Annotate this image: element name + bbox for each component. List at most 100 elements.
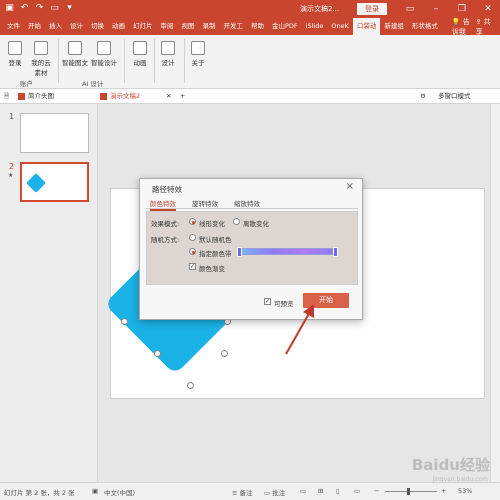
radio-default-random-color[interactable]: [189, 234, 196, 241]
my-cloud-assets-button[interactable]: 我的云素材: [30, 41, 52, 77]
color-stop-handle[interactable]: [333, 247, 338, 257]
redo-icon[interactable]: ↷: [34, 3, 45, 14]
ribbon-body: 登录 我的云素材 账户 智能图文 智能设计 AI 设计 动画 设计 关于: [0, 35, 500, 89]
login-ribbon-label: 登录: [8, 59, 22, 67]
doc-tab-intro[interactable]: 简介头图: [18, 91, 54, 102]
tab-kingsoft-pdf[interactable]: 金山PDF: [268, 18, 302, 35]
tab-islide[interactable]: iSlide: [302, 18, 328, 35]
smart-design-icon: [97, 41, 111, 55]
tab-insert[interactable]: 插入: [45, 18, 66, 35]
comments-button[interactable]: ▭ 批注: [264, 487, 285, 497]
specified-color-band-label: 指定颜色带: [199, 250, 232, 258]
slideshow-icon[interactable]: ▭: [354, 487, 360, 495]
add-tab-button[interactable]: +: [180, 91, 185, 102]
color-effect-panel: 效果模式: 线形变化 离散变化 随机方式: 默认随机色 指定颜色带 ✓ 颜色渐变: [146, 211, 358, 285]
login-ribbon-button[interactable]: 登录: [6, 41, 24, 67]
document-tabs: 🗎 简介头图 演示文稿2 ✕ + ⚙ 多窗口模式: [0, 89, 500, 104]
tab-shape-format[interactable]: 形状格式: [408, 18, 442, 35]
smart-design-label: 智能设计: [91, 59, 117, 67]
close-icon[interactable]: ✕: [480, 2, 496, 16]
smart-graphic-button[interactable]: 智能图文: [62, 41, 88, 67]
smart-graphic-icon: [68, 41, 82, 55]
cloud-assets-icon: [34, 41, 48, 55]
restore-icon[interactable]: ❐: [454, 2, 470, 16]
language-status[interactable]: 中文(中国): [104, 487, 135, 497]
slide-thumbnail-1[interactable]: [20, 113, 89, 153]
multi-window-mode[interactable]: 多窗口模式: [438, 91, 471, 102]
powerpoint-window: ▣ ↶ ↷ ▭ ▾ 演示文稿2... 登录 ▭ – ❐ ✕ 文件 开始 插入 设…: [0, 0, 500, 500]
vertical-scrollbar[interactable]: [490, 104, 500, 482]
tab-developer[interactable]: 开发工: [220, 18, 248, 35]
doc-tab-close-icon[interactable]: ✕: [166, 91, 171, 102]
share-button[interactable]: ⇪ 共享: [476, 17, 492, 37]
resize-handle[interactable]: [187, 382, 194, 389]
baidu-watermark: Baidu经验 jingyan.baidu.com: [376, 450, 494, 494]
dialog-tabs: 颜色特效 旋转特效 缩放特效: [146, 197, 358, 211]
tab-transitions[interactable]: 切换: [87, 18, 108, 35]
color-band-slider[interactable]: [237, 247, 338, 257]
tab-design[interactable]: 设计: [66, 18, 87, 35]
preview-checkbox[interactable]: ✓: [264, 298, 271, 305]
document-title: 演示文稿2...: [300, 5, 340, 13]
tab-review[interactable]: 审阅: [157, 18, 178, 35]
tab-new-group[interactable]: 新建组: [380, 18, 408, 35]
reading-view-icon[interactable]: ▯: [336, 487, 340, 495]
tab-scale-effect[interactable]: 缩放特效: [234, 198, 260, 208]
doc-tab-presentation2-label: 演示文稿2: [110, 92, 141, 100]
tab-help[interactable]: 帮助: [247, 18, 268, 35]
tab-home[interactable]: 开始: [24, 18, 45, 35]
minimize-icon[interactable]: –: [428, 2, 444, 16]
normal-view-icon[interactable]: ▭: [300, 487, 306, 495]
radio-specified-color-band[interactable]: [189, 248, 196, 255]
tab-view[interactable]: 视图: [178, 18, 199, 35]
animation-button[interactable]: 动画: [130, 41, 150, 67]
ribbon-separator: [124, 39, 125, 83]
path-effect-dialog: 路径特效 × 颜色特效 旋转特效 缩放特效 效果模式: 线形变化 离散变化 随机…: [139, 178, 363, 320]
tab-record[interactable]: 录制: [199, 18, 220, 35]
comments-label: 批注: [272, 489, 286, 497]
about-button[interactable]: 关于: [188, 41, 208, 67]
login-button[interactable]: 登录: [357, 3, 387, 15]
radio-linear-change[interactable]: [189, 218, 196, 225]
slide-info: 幻灯片 第 2 张，共 2 张: [4, 489, 75, 497]
undo-icon[interactable]: ↶: [19, 3, 30, 14]
dialog-close-icon[interactable]: ×: [346, 181, 354, 192]
ppt-icon: [100, 92, 107, 100]
accessibility-icon[interactable]: ▣: [92, 487, 98, 495]
tab-pocket-animation[interactable]: 口袋动: [352, 18, 381, 35]
tell-me-search[interactable]: 💡 告诉我: [452, 17, 476, 37]
resize-handle[interactable]: [221, 350, 228, 357]
tab-rotate-effect[interactable]: 旋转特效: [192, 198, 218, 208]
slide-thumbnail-2[interactable]: [20, 162, 89, 202]
tell-me-label: 告诉我: [451, 17, 470, 36]
ribbon-separator: [58, 39, 59, 83]
animation-label: 动画: [133, 59, 147, 67]
color-stop-handle[interactable]: [237, 247, 242, 257]
ribbon-separator: [184, 39, 185, 83]
resize-handle[interactable]: [154, 350, 161, 357]
slide-sorter-icon[interactable]: ⊞: [318, 487, 323, 495]
design-icon: [161, 41, 175, 55]
present-icon[interactable]: ▭: [49, 3, 60, 14]
notes-button[interactable]: ≡ 备注: [232, 487, 253, 497]
customize-icon[interactable]: ▾: [64, 3, 75, 14]
tab-color-effect[interactable]: 颜色特效: [150, 198, 176, 211]
design-button[interactable]: 设计: [158, 41, 178, 67]
tab-file[interactable]: 文件: [3, 18, 24, 35]
tab-onekey[interactable]: OneK: [327, 18, 353, 35]
animation-icon: [133, 41, 147, 55]
gradient-checkbox[interactable]: ✓: [189, 263, 196, 270]
smart-design-button[interactable]: 智能设计: [90, 41, 118, 67]
radio-discrete-change[interactable]: [233, 218, 240, 225]
resize-handle[interactable]: [121, 318, 128, 325]
doc-tab-presentation2[interactable]: 演示文稿2: [100, 91, 140, 102]
gear-icon[interactable]: ⚙: [420, 91, 426, 102]
group-ai-design: AI 设计: [82, 80, 104, 88]
tab-slideshow[interactable]: 幻灯片: [129, 18, 157, 35]
tab-animations[interactable]: 动画: [108, 18, 129, 35]
ribbon-tabs: 文件 开始 插入 设计 切换 动画 幻灯片 审阅 视图 录制 开发工 帮助 金山…: [0, 17, 500, 37]
ribbon-display-icon[interactable]: ▭: [402, 2, 418, 16]
save-icon[interactable]: ▣: [4, 3, 15, 14]
slide-thumbnail-panel: 1 2 ★: [0, 104, 98, 482]
annotation-arrow: [285, 304, 314, 355]
